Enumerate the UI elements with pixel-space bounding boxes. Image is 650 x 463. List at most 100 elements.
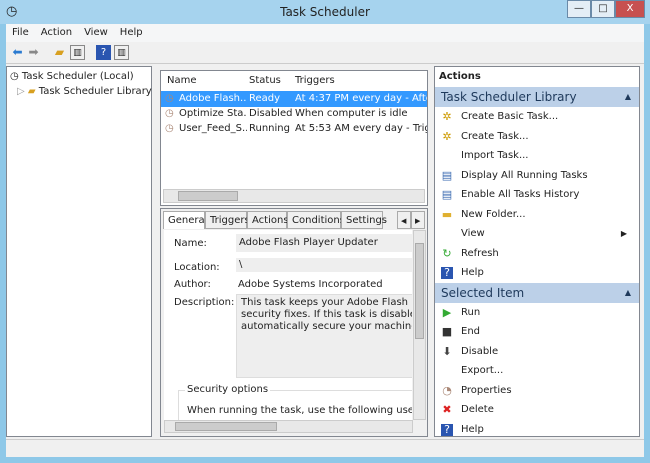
action-icon: ✲ [442,129,452,143]
action-import-task[interactable]: Import Task... [435,146,639,166]
status-bar [6,439,644,457]
action-refresh[interactable]: ↻ Refresh [435,244,639,264]
section-title: Task Scheduler Library [441,90,577,104]
action-disable[interactable]: ⬇ Disable [435,342,639,362]
expand-icon[interactable]: ▷ [17,86,28,97]
horizontal-scrollbar[interactable] [163,189,425,203]
description-line: security fixes. If this task is disabled… [241,309,412,320]
action-icon [441,365,453,377]
tab-triggers[interactable]: Triggers [205,211,250,229]
action-help[interactable]: ? Help [435,263,639,283]
maximize-button[interactable]: □ [591,0,615,18]
toolbar: ⬅ ➡ ▰ ▥ ? ▥ [6,42,644,64]
action-icon: ? [441,423,453,436]
column-status[interactable]: Status [249,73,281,89]
tab-scroll-left-icon[interactable]: ◀ [397,211,411,229]
action-icon: ▤ [441,168,453,182]
folder-clock-icon: ▰ [27,86,39,97]
action-create-basic-task[interactable]: ✲ Create Basic Task... [435,107,639,127]
show-hide-tree-icon[interactable]: ▥ [70,45,85,60]
location-field[interactable]: \ [236,258,412,272]
description-line: This task keeps your Adobe Flash Player [241,297,412,308]
action-enable-all-tasks-history[interactable]: ▤ Enable All Tasks History [435,185,639,205]
tab-general[interactable]: General [163,211,207,229]
tab-scroll-right-icon[interactable]: ▶ [411,211,425,229]
scroll-thumb[interactable] [178,191,238,201]
action-new-folder[interactable]: ▬ New Folder... [435,205,639,225]
actions-pane: Actions Task Scheduler Library ▲ ✲ Create … [434,66,640,437]
tab-settings[interactable]: Settings [341,211,387,229]
general-tab-content: Name: Adobe Flash Player Updater Locatio… [164,230,412,420]
author-label: Author: [174,279,211,290]
menu-bar: File Action View Help [6,24,644,42]
action-label: Delete [461,404,494,415]
action-icon [441,228,453,240]
action-icon [441,150,453,162]
section-header-library[interactable]: Task Scheduler Library ▲ [435,87,639,107]
task-row[interactable]: ◷ User_Feed_S... Running At 5:53 AM ever… [161,121,427,137]
collapse-icon[interactable]: ▲ [625,283,631,303]
action-view[interactable]: View ▶ [435,224,639,244]
tab-conditions[interactable]: Conditions [287,211,345,229]
column-triggers[interactable]: Triggers [295,73,335,89]
tree-library[interactable]: ▷ ▰ Task Scheduler Library [17,84,152,100]
menu-view[interactable]: View [78,24,114,41]
menu-action[interactable]: Action [35,24,78,41]
horizontal-scrollbar[interactable] [164,420,413,433]
action-label: Display All Running Tasks [461,169,588,181]
tree-pane: ◷ Task Scheduler (Local) ▷ ▰ Task Schedu… [6,66,152,437]
task-row[interactable]: ◷ Adobe Flash... Ready At 4:37 PM every … [161,91,427,107]
scroll-thumb[interactable] [175,422,277,431]
action-end[interactable]: ■ End [435,322,639,342]
action-label: Refresh [461,247,499,259]
forward-icon[interactable]: ➡ [26,45,41,60]
description-label: Description: [174,297,235,308]
action-icon: ▬ [441,207,453,221]
task-clock-icon: ◷ [165,108,174,119]
description-field[interactable]: This task keeps your Adobe Flash Player … [236,294,412,378]
actions-title: Actions [439,71,481,82]
action-label: Create Task... [461,130,529,142]
location-label: Location: [174,262,220,273]
minimize-button[interactable]: — [567,0,591,18]
section-title: Selected Item [441,285,525,300]
close-button[interactable]: X [615,0,645,18]
menu-help[interactable]: Help [114,24,149,41]
menu-file[interactable]: File [6,24,35,41]
collapse-icon[interactable]: ▲ [625,87,631,107]
action-icon: ✲ [442,110,452,123]
tree-root[interactable]: ◷ Task Scheduler (Local) [10,69,134,85]
name-field[interactable]: Adobe Flash Player Updater [236,234,412,252]
task-name: Optimize Sta... [179,108,247,119]
action-icon: ⬇ [442,344,452,358]
task-clock-icon: ◷ [165,93,174,104]
task-trigger: At 5:53 AM every day - Trigger [295,123,427,134]
action-help[interactable]: ? Help [435,420,639,437]
action-delete[interactable]: ✖ Delete [435,400,639,420]
task-clock-icon: ◷ [165,123,174,134]
back-icon[interactable]: ⬅ [10,45,25,60]
show-hide-action-pane-icon[interactable]: ▥ [114,45,129,60]
section-header-selected[interactable]: Selected Item ▲ [435,282,639,303]
task-row[interactable]: ◷ Optimize Sta... Disabled When computer… [161,106,427,122]
action-icon: ■ [441,325,453,338]
action-icon: ▤ [441,188,453,201]
action-display-all-running-tasks[interactable]: ▤ Display All Running Tasks [435,166,639,186]
help-icon[interactable]: ? [96,45,111,60]
action-properties[interactable]: ◔ Properties [435,381,639,401]
task-status: Running [249,123,290,134]
action-run[interactable]: ▶ Run [435,303,639,323]
action-icon: ◔ [442,383,452,397]
action-create-task[interactable]: ✲ Create Task... [435,127,639,147]
action-export[interactable]: Export... [435,361,639,381]
tab-actions[interactable]: Actions [247,211,289,229]
name-label: Name: [174,238,207,249]
scroll-thumb[interactable] [415,243,424,339]
action-label: Create Basic Task... [461,111,559,122]
task-name: Adobe Flash... [179,93,247,104]
up-folder-icon[interactable]: ▰ [52,45,67,60]
title-bar: ◷ Task Scheduler [0,0,650,24]
action-icon: ✖ [442,403,452,416]
vertical-scrollbar[interactable] [413,230,426,420]
column-name[interactable]: Name [167,73,197,89]
